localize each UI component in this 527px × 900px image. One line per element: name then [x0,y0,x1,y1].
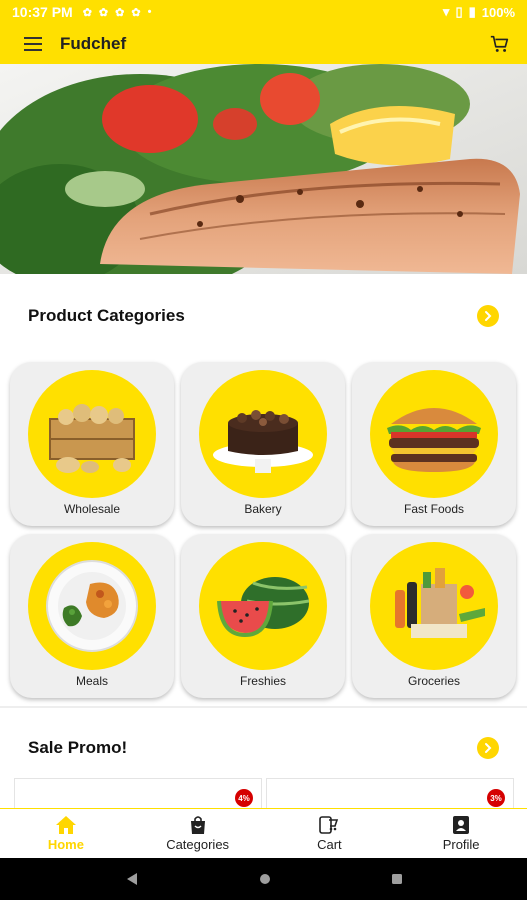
recents-icon[interactable] [391,873,403,885]
nav-cart[interactable]: Cart [264,809,396,858]
category-card-freshies[interactable]: Freshies [181,534,345,698]
grocery-bag-icon [395,568,485,638]
shopping-bag-icon [190,816,205,834]
system-navigation-bar [0,858,527,900]
category-card-meals[interactable]: Meals [10,534,174,698]
category-label: Meals [75,674,108,688]
back-icon[interactable] [125,872,139,886]
battery-icon: ▮ [468,4,476,19]
home-icon [55,816,76,834]
category-card-wholesale[interactable]: Wholesale [10,362,174,526]
nav-home[interactable]: Home [0,809,132,858]
category-image-circle [370,370,498,498]
profile-icon [453,816,470,834]
bottom-navigation: Home Categories Cart Profile [0,808,527,858]
nav-label: Home [47,837,84,852]
status-time: 10:37 PM [12,4,73,20]
category-label: Freshies [239,674,286,688]
promo-card[interactable]: 3% [266,778,514,810]
app-bar: Fudchef [0,24,527,64]
status-right: ▾ ▯ ▮ 100% [443,4,515,20]
notification-icon: ✿ [98,6,109,19]
chevron-right-icon [485,743,492,753]
meal-plate-icon [46,560,138,652]
section-divider [0,706,527,708]
battery-level: 100% [481,4,515,20]
category-card-bakery[interactable]: Bakery [181,362,345,526]
promo-see-all-button[interactable] [477,737,499,759]
status-bar: 10:37 PM ✿ ✿ ✿ ✿ • ▾ ▯ ▮ 100% [0,0,527,24]
nav-profile[interactable]: Profile [395,809,527,858]
category-label: Wholesale [63,502,121,516]
notification-icon: ✿ [131,6,141,19]
category-label: Bakery [244,502,282,516]
hamburger-menu-icon[interactable] [24,37,42,51]
category-image-circle [199,542,327,670]
watermelon-icon [217,577,310,638]
promo-list: 4% 3% [14,778,514,810]
category-image-circle [370,542,498,670]
wifi-icon: ▾ [442,4,450,19]
discount-badge: 4% [235,789,253,807]
app-title: Fudchef [60,34,127,53]
category-card-fast-foods[interactable]: Fast Foods [352,362,516,526]
mobile-cart-icon [319,816,339,834]
discount-badge: 3% [487,789,505,807]
categories-see-all-button[interactable] [477,305,499,327]
category-grid: Wholesale Bakery Fast Foods Meals Freshi… [10,362,518,698]
category-card-groceries[interactable]: Groceries [352,534,516,698]
categories-header: Product Categories [0,296,527,336]
category-label: Groceries [407,674,460,688]
hero-banner-image [0,64,527,274]
burger-icon [387,408,481,472]
nav-categories[interactable]: Categories [132,809,264,858]
category-label: Fast Foods [403,502,465,516]
categories-title: Product Categories [28,306,185,325]
dot-icon: • [147,5,152,18]
notification-icon: ✿ [82,6,92,19]
chevron-right-icon [485,311,492,321]
home-circle-icon[interactable] [259,873,271,885]
promo-card[interactable]: 4% [14,778,262,810]
cake-icon [213,410,313,473]
nav-label: Categories [166,837,230,852]
promo-header: Sale Promo! [0,728,527,768]
category-image-circle [28,370,156,498]
promo-title: Sale Promo! [28,738,128,757]
category-image-circle [199,370,327,498]
no-sim-icon: ▯ [455,4,463,19]
notification-icon: ✿ [115,6,125,19]
nav-label: Profile [442,837,480,852]
category-image-circle [28,542,156,670]
cart-icon[interactable] [489,33,511,55]
nav-label: Cart [317,837,342,852]
notification-icons: ✿ ✿ ✿ ✿ • [83,6,152,19]
potato-crate-icon [49,404,135,473]
